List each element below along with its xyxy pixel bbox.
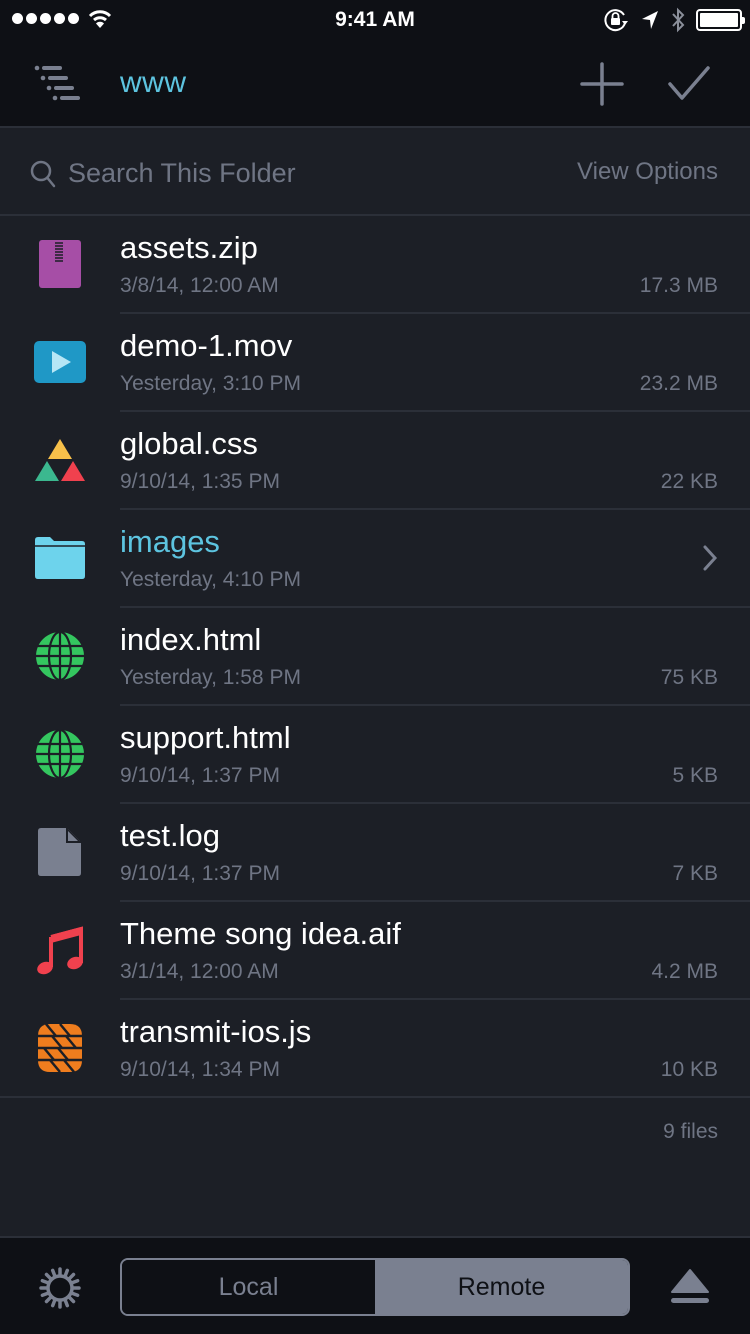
js-script-icon bbox=[34, 1022, 86, 1074]
folder-title: www bbox=[120, 66, 187, 99]
file-row[interactable]: demo-1.mov Yesterday, 3:10 PM 23.2 MB bbox=[0, 314, 750, 412]
plus-icon[interactable] bbox=[580, 62, 624, 106]
chevron-right-icon bbox=[703, 545, 718, 571]
file-size: 17.3 MB bbox=[639, 274, 718, 297]
rotation-lock-icon bbox=[604, 9, 628, 32]
gear-icon[interactable] bbox=[38, 1266, 82, 1310]
css-triangles-icon bbox=[34, 434, 86, 486]
file-name: demo-1.mov bbox=[120, 328, 293, 363]
outline-list-icon[interactable] bbox=[34, 64, 84, 104]
file-date: Yesterday, 4:10 PM bbox=[120, 568, 301, 591]
file-name: transmit-ios.js bbox=[120, 1014, 312, 1049]
globe-icon bbox=[34, 630, 86, 682]
file-size: 4.2 MB bbox=[651, 960, 718, 983]
checkmark-icon[interactable] bbox=[666, 64, 712, 104]
file-size: 5 KB bbox=[672, 764, 718, 787]
file-date: 9/10/14, 1:34 PM bbox=[120, 1058, 280, 1081]
file-date: 9/10/14, 1:35 PM bbox=[120, 470, 280, 493]
file-date: Yesterday, 3:10 PM bbox=[120, 372, 301, 395]
file-size: 10 KB bbox=[660, 1058, 718, 1081]
video-play-icon bbox=[34, 336, 86, 388]
folder-row[interactable]: images Yesterday, 4:10 PM bbox=[0, 510, 750, 608]
file-size: 23.2 MB bbox=[639, 372, 718, 395]
location-arrow-icon bbox=[642, 11, 658, 29]
search-bar: View Options bbox=[0, 130, 750, 216]
file-size: 22 KB bbox=[660, 470, 718, 493]
eject-icon[interactable] bbox=[668, 1268, 712, 1308]
globe-icon bbox=[34, 728, 86, 780]
file-row[interactable]: transmit-ios.js 9/10/14, 1:34 PM 10 KB bbox=[0, 1000, 750, 1098]
bottom-toolbar: Local Remote bbox=[0, 1236, 750, 1334]
file-date: 9/10/14, 1:37 PM bbox=[120, 764, 280, 787]
file-name: assets.zip bbox=[120, 230, 258, 265]
folder-icon bbox=[34, 532, 86, 584]
segment-local[interactable]: Local bbox=[122, 1260, 375, 1314]
search-input[interactable] bbox=[68, 152, 488, 194]
location-segmented-control: Local Remote bbox=[120, 1258, 630, 1316]
file-row[interactable]: Theme song idea.aif 3/1/14, 12:00 AM 4.2… bbox=[0, 902, 750, 1000]
file-name: Theme song idea.aif bbox=[120, 916, 401, 951]
file-list: assets.zip 3/8/14, 12:00 AM 17.3 MB demo… bbox=[0, 216, 750, 1098]
segment-remote[interactable]: Remote bbox=[375, 1260, 628, 1314]
battery-icon bbox=[696, 9, 745, 31]
zip-archive-icon bbox=[34, 238, 86, 290]
search-icon bbox=[30, 160, 56, 188]
file-count: 9 files bbox=[663, 1120, 718, 1143]
file-date: 3/1/14, 12:00 AM bbox=[120, 960, 279, 983]
document-icon bbox=[34, 826, 86, 878]
file-row[interactable]: assets.zip 3/8/14, 12:00 AM 17.3 MB bbox=[0, 216, 750, 314]
file-date: 3/8/14, 12:00 AM bbox=[120, 274, 279, 297]
bluetooth-icon bbox=[672, 7, 685, 33]
file-name: global.css bbox=[120, 426, 258, 461]
file-size: 7 KB bbox=[672, 862, 718, 885]
file-date: Yesterday, 1:58 PM bbox=[120, 666, 301, 689]
file-row[interactable]: support.html 9/10/14, 1:37 PM 5 KB bbox=[0, 706, 750, 804]
file-date: 9/10/14, 1:37 PM bbox=[120, 862, 280, 885]
folder-name: images bbox=[120, 524, 220, 559]
file-name: index.html bbox=[120, 622, 262, 657]
file-row[interactable]: test.log 9/10/14, 1:37 PM 7 KB bbox=[0, 804, 750, 902]
music-note-icon bbox=[34, 924, 86, 976]
file-row[interactable]: index.html Yesterday, 1:58 PM 75 KB bbox=[0, 608, 750, 706]
file-row[interactable]: global.css 9/10/14, 1:35 PM 22 KB bbox=[0, 412, 750, 510]
file-name: test.log bbox=[120, 818, 220, 853]
view-options-button[interactable]: View Options bbox=[577, 158, 718, 186]
file-size: 75 KB bbox=[660, 666, 718, 689]
status-bar: 9:41 AM bbox=[0, 0, 750, 40]
file-name: support.html bbox=[120, 720, 291, 755]
navigation-bar: www bbox=[0, 40, 750, 128]
